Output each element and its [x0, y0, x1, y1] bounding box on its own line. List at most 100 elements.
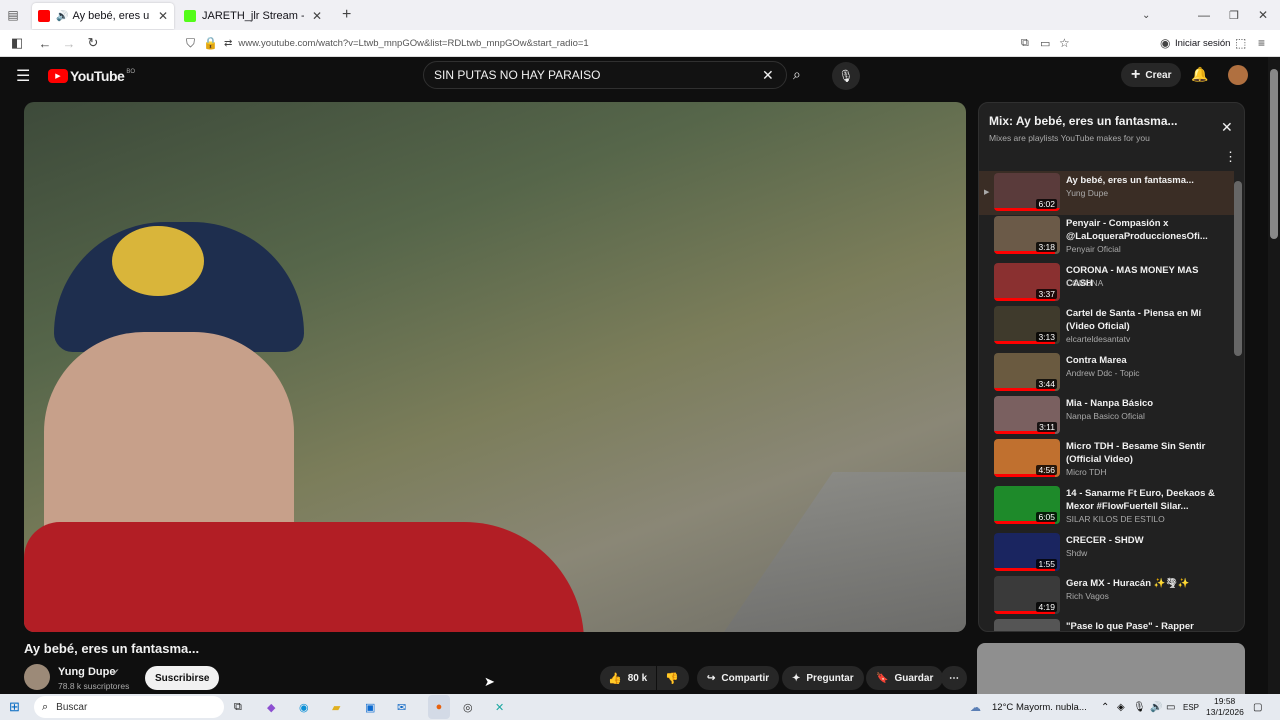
- playlist-item-channel: Shdw: [1066, 548, 1088, 558]
- windows-start-icon[interactable]: ⊞: [9, 699, 20, 715]
- clock-date[interactable]: 13/1/2026: [1206, 707, 1244, 717]
- forward-icon[interactable]: →: [58, 36, 80, 51]
- back-icon[interactable]: ←: [34, 36, 56, 51]
- close-tab-icon[interactable]: ✕: [158, 9, 168, 23]
- pip-icon[interactable]: ⧉: [1021, 37, 1029, 50]
- video-player[interactable]: [24, 102, 966, 632]
- create-label: Crear: [1145, 69, 1172, 81]
- share-icon: ↪: [707, 672, 716, 684]
- capcut-icon[interactable]: ✕: [495, 701, 504, 714]
- taskbar-search[interactable]: ⌕ Buscar: [34, 696, 224, 718]
- playlist-item-title: Cartel de Santa - Piensa en Mí (Video Of…: [1066, 308, 1202, 332]
- subscribe-button[interactable]: Suscribirse: [145, 666, 220, 690]
- store-icon[interactable]: ▣: [365, 701, 375, 714]
- playlist-item[interactable]: 1:55 CRECER - SHDW Shdw: [979, 531, 1234, 575]
- firefox-icon[interactable]: ●: [428, 695, 450, 719]
- weather-temp[interactable]: 12°C: [992, 702, 1013, 713]
- permissions-icon[interactable]: ⇄: [224, 38, 232, 49]
- notifications-bell-icon[interactable]: 🔔: [1191, 66, 1208, 83]
- playlist-item-channel: elcarteldesantatv: [1066, 334, 1131, 344]
- playlist-item[interactable]: 4:56 Micro TDH - Besame Sin Sentir (Offic…: [979, 437, 1234, 481]
- extensions-icon[interactable]: ⬚: [1235, 36, 1246, 50]
- menu-icon[interactable]: ≡: [1258, 36, 1265, 50]
- playlist-item-channel: Andrew Ddc - Topic: [1066, 368, 1140, 378]
- search-icon[interactable]: ⌕: [793, 66, 801, 83]
- new-tab-icon[interactable]: +: [342, 6, 351, 24]
- volume-icon[interactable]: 🔊: [1150, 702, 1162, 713]
- wifi-icon[interactable]: ◈: [1117, 702, 1125, 713]
- url-bar[interactable]: www.youtube.com/watch?v=Ltwb_mnpGOw&list…: [238, 38, 588, 49]
- lang-indicator[interactable]: ESP: [1183, 703, 1199, 712]
- create-button[interactable]: + Crear: [1121, 63, 1182, 87]
- playlist-item[interactable]: 3:44 Contra Marea Andrew Ddc - Topic: [979, 351, 1234, 395]
- list-all-tabs-icon[interactable]: ⌄: [1142, 10, 1150, 21]
- outlook-icon[interactable]: ✉: [397, 701, 406, 714]
- close-tab-icon[interactable]: ✕: [312, 9, 322, 23]
- playlist-list: ▶ 6:02 Ay bebé, eres un fantasma... Yung Du…: [979, 171, 1234, 631]
- tracking-shield-icon[interactable]: ⛉: [186, 36, 195, 51]
- more-actions-button[interactable]: ⋯: [941, 666, 967, 690]
- share-button[interactable]: ↪ Compartir: [697, 666, 780, 690]
- mouse-cursor-icon: ➤: [484, 674, 495, 689]
- playlist-item[interactable]: 3:37 CORONA - MAS MONEY MAS CASH CORONA: [979, 261, 1234, 305]
- hamburger-menu-icon[interactable]: ☰: [16, 66, 30, 86]
- reader-icon[interactable]: ▭: [1040, 37, 1050, 50]
- playlist-item-channel: SILAR KILOS DE ESTILO: [1066, 514, 1165, 524]
- playlist-more-icon[interactable]: ⋮: [1224, 149, 1237, 165]
- close-window-icon[interactable]: ✕: [1258, 8, 1268, 22]
- dislike-button[interactable]: 👎: [657, 666, 689, 690]
- lock-icon[interactable]: 🔒: [203, 36, 218, 50]
- task-view-icon[interactable]: ⧉: [234, 701, 242, 714]
- edge-icon[interactable]: ◉: [299, 701, 309, 714]
- channel-name[interactable]: Yung Dupe: [58, 666, 115, 678]
- playlist-thumbnail: 4:56: [994, 439, 1060, 477]
- tab-youtube[interactable]: 🔊 Ay bebé, eres un fantasma ✕: [32, 3, 174, 29]
- clear-search-icon[interactable]: ✕: [762, 67, 774, 84]
- playlist-item[interactable]: ▶ 6:02 Ay bebé, eres un fantasma... Yung Du…: [979, 171, 1234, 215]
- chrome-icon[interactable]: ◎: [463, 701, 473, 714]
- channel-avatar[interactable]: [24, 664, 50, 690]
- bookmark-star-icon[interactable]: ☆: [1059, 36, 1070, 50]
- weather-desc[interactable]: Mayorm. nubla...: [1016, 702, 1087, 713]
- sparkle-icon: ✦: [792, 672, 801, 684]
- tray-chevron-icon[interactable]: ⌃: [1101, 702, 1109, 713]
- avatar[interactable]: [1228, 65, 1248, 85]
- playlist-scrollbar[interactable]: [1234, 181, 1242, 356]
- search-input[interactable]: SIN PUTAS NO HAY PARAISO ✕: [423, 61, 787, 89]
- logo-country: BO: [126, 69, 135, 75]
- save-button[interactable]: 🔖 Guardar: [866, 666, 944, 690]
- playlist-item[interactable]: 6:05 14 - Sanarme Ft Euro, Deekaos & Mexo…: [979, 484, 1234, 528]
- copilot-icon[interactable]: ◆: [267, 701, 275, 714]
- youtube-logo[interactable]: ▶ YouTube BO: [48, 68, 135, 84]
- speaker-icon[interactable]: 🔊: [56, 11, 68, 22]
- bookmark-icon: 🔖: [876, 672, 889, 684]
- tab-kick[interactable]: JARETH_jlr Stream - Watch Live ✕: [178, 3, 328, 29]
- like-count: 80 k: [627, 672, 648, 684]
- tab-list-icon[interactable]: ▤: [0, 8, 26, 22]
- playlist-item-title: Mia - Nanpa Básico: [1066, 398, 1154, 409]
- playlist-item-title: Micro TDH - Besame Sin Sentir (Official …: [1066, 441, 1206, 465]
- mic-icon[interactable]: 🎙: [1133, 702, 1146, 713]
- voice-search-icon[interactable]: 🎙: [832, 62, 860, 90]
- notifications-icon[interactable]: ▢: [1253, 702, 1262, 713]
- file-explorer-icon[interactable]: ▰: [332, 701, 340, 714]
- playlist-item[interactable]: "Pase lo que Pase" - Rapper: [979, 617, 1234, 631]
- account-icon[interactable]: ◉: [1160, 36, 1170, 50]
- playlist-item[interactable]: 4:19 Gera MX - Huracán ✨🌪✨ Rich Vagos: [979, 574, 1234, 618]
- minimize-icon[interactable]: —: [1198, 8, 1210, 22]
- playlist-item[interactable]: 3:18 Penyair - Compasión x @LaLoqueraProd…: [979, 214, 1234, 258]
- close-playlist-icon[interactable]: ✕: [1221, 119, 1233, 136]
- playlist-item[interactable]: 3:11 Mia - Nanpa Básico Nanpa Basico Ofici…: [979, 394, 1234, 438]
- reload-icon[interactable]: ↻: [82, 35, 104, 51]
- battery-icon[interactable]: ▭: [1166, 702, 1175, 713]
- video-frame-road: [724, 472, 966, 632]
- signin-label[interactable]: Iniciar sesión: [1175, 38, 1230, 49]
- clock-time[interactable]: 19:58: [1214, 696, 1235, 706]
- page-scrollbar[interactable]: [1268, 57, 1280, 694]
- sidebar-icon[interactable]: ◧: [6, 35, 28, 51]
- ask-button[interactable]: ✦ Preguntar: [782, 666, 864, 690]
- maximize-icon[interactable]: ❐: [1229, 9, 1239, 22]
- playlist-item[interactable]: 3:13 Cartel de Santa - Piensa en Mí (Vide…: [979, 304, 1234, 348]
- weather-icon: ☁: [970, 701, 981, 714]
- like-button[interactable]: 👍 80 k: [600, 666, 656, 690]
